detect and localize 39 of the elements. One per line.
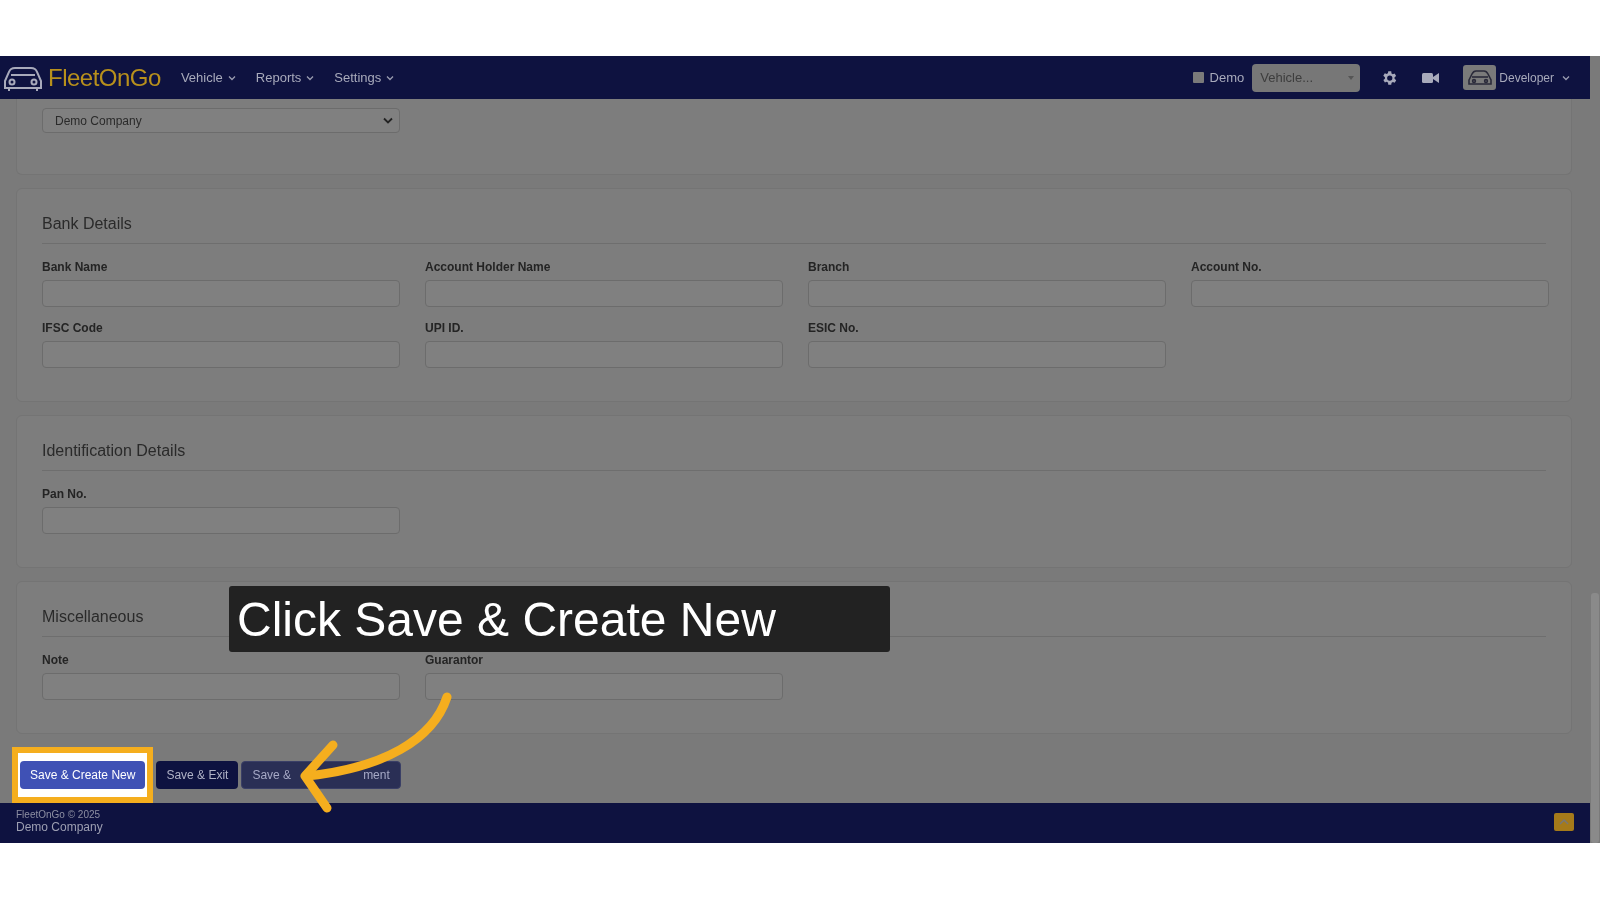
caret-icon [1562, 74, 1570, 81]
user-avatar[interactable] [1463, 65, 1497, 90]
chevron-up-icon [1559, 819, 1569, 825]
company-select[interactable]: Demo Company [42, 108, 400, 133]
nav-menu[interactable]: Vehicle [180, 70, 236, 85]
field-label: Bank Name [42, 260, 109, 274]
demo-checkbox[interactable] [1192, 72, 1204, 83]
chevron-down-icon [383, 117, 393, 124]
caret-icon [386, 74, 395, 81]
video-camera-icon[interactable] [1422, 71, 1440, 84]
nav-menu[interactable]: Reports [255, 70, 315, 85]
dropdown-triangle-icon [1348, 75, 1355, 80]
settings-icon[interactable] [1380, 68, 1399, 87]
field-label: Account Holder Name [425, 260, 552, 274]
tutorial-tooltip: Click Save & Create New [229, 586, 890, 652]
demo-label: Demo [1209, 70, 1245, 85]
nav-menu[interactable]: Settings [334, 70, 395, 85]
save-button[interactable]: Save & Create New [20, 761, 146, 789]
car-icon [1466, 68, 1493, 87]
field-label: Guarantor [425, 653, 484, 667]
section-title: Bank Details [42, 189, 1546, 244]
field-label: ESIC No. [808, 321, 860, 335]
field-label: IFSC Code [42, 321, 104, 335]
caret-icon [227, 74, 236, 81]
section-title: Identification Details [42, 416, 1546, 471]
brand-name: FleetOnGo [48, 63, 161, 92]
input-field[interactable] [425, 673, 783, 700]
footer-company: Demo Company [16, 820, 103, 834]
field-label: Branch [808, 260, 851, 274]
footer-copyright: FleetOnGo © 2025 [16, 809, 101, 820]
scroll-top-button[interactable] [1554, 813, 1574, 831]
field-label: Pan No. [42, 487, 88, 501]
save-button[interactable]: Save & Exit [156, 761, 239, 789]
field-label: Account No. [1191, 260, 1263, 274]
user-name[interactable]: Developer [1499, 70, 1554, 85]
field-label: UPI ID. [425, 321, 465, 335]
caret-icon [306, 74, 315, 81]
field-label: Note [42, 653, 70, 667]
scrollbar[interactable] [1590, 56, 1600, 843]
